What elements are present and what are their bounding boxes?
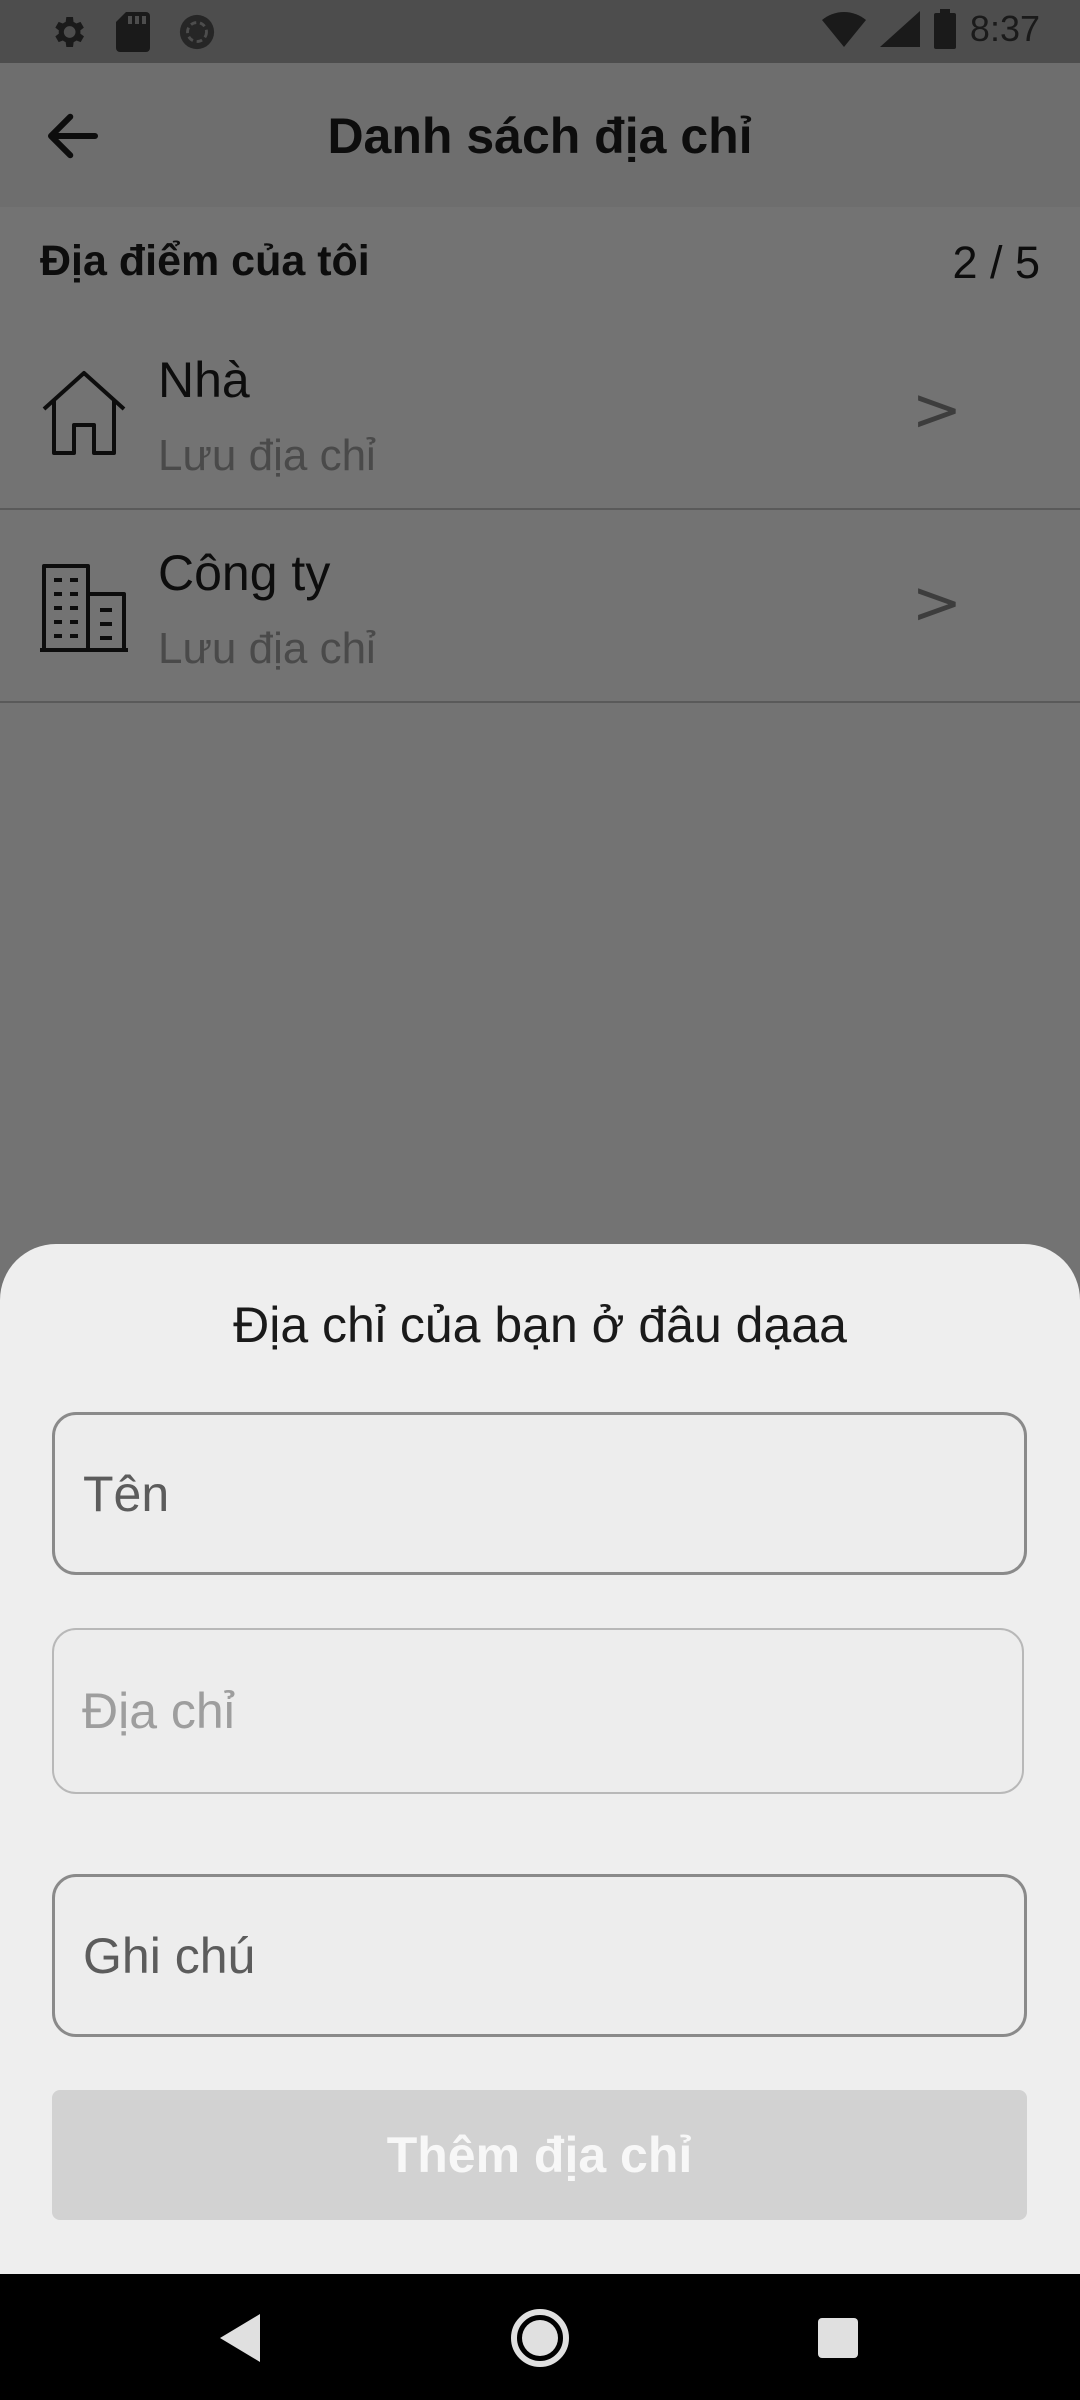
address-field[interactable] [52,1628,1024,1794]
building-icon [40,564,128,652]
status-bar-right: 8:37 [821,8,1040,50]
sd-card-icon [116,12,150,52]
add-address-sheet: Địa chỉ của bạn ở đâu dạaa Thêm địa chỉ [0,1244,1080,2274]
list-item-company[interactable]: Công ty Lưu địa chỉ > [0,510,1080,703]
status-bar: 8:37 [0,0,1080,63]
home-circle-icon[interactable] [508,2306,572,2370]
chevron-right-icon: > [911,375,962,445]
home-icon [42,371,126,455]
status-time: 8:37 [969,8,1040,49]
wifi-icon [821,12,866,47]
recents-square-icon[interactable] [806,2306,870,2370]
battery-icon [933,9,956,49]
name-input[interactable] [83,1415,983,1572]
list-item-home[interactable]: Nhà Lưu địa chỉ > [0,317,1080,510]
sheet-title: Địa chỉ của bạn ở đâu dạaa [233,1297,847,1353]
note-field[interactable] [52,1874,1027,2037]
navigation-bar [0,2274,1080,2400]
section-title: Địa điểm của tôi [40,237,370,285]
note-input[interactable] [83,1877,983,2034]
signal-icon [879,11,920,47]
address-subtitle: Lưu địa chỉ [158,431,376,480]
page-title: Danh sách địa chỉ [327,108,753,164]
address-name: Công ty [158,545,331,601]
address-input[interactable] [82,1630,982,1792]
app-header: Danh sách địa chỉ [0,63,1080,207]
address-name: Nhà [158,352,250,408]
status-bar-left [48,12,216,52]
chevron-right-icon: > [911,568,962,638]
address-subtitle: Lưu địa chỉ [158,624,376,673]
add-address-button[interactable]: Thêm địa chỉ [52,2090,1027,2220]
address-count: 2 / 5 [952,237,1040,288]
back-triangle-icon[interactable] [208,2306,272,2370]
sync-icon [179,14,215,50]
section-header: Địa điểm của tôi 2 / 5 [0,207,1080,307]
settings-icon [55,17,84,47]
name-field[interactable] [52,1412,1027,1575]
